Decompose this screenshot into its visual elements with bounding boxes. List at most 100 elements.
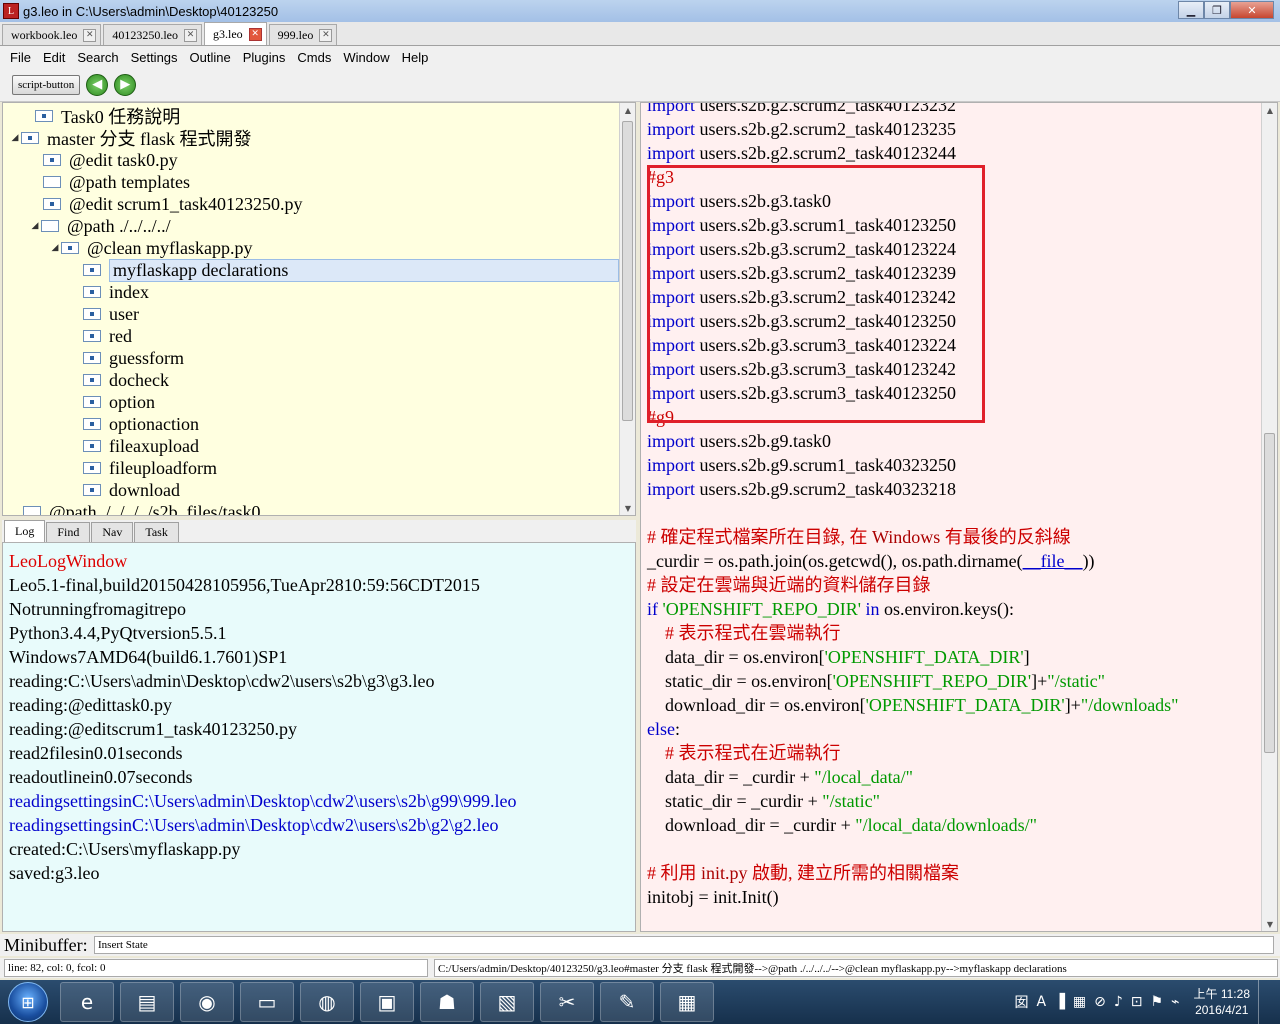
outline-node[interactable]: optionaction xyxy=(83,413,199,435)
minimize-button[interactable]: ▁ xyxy=(1178,1,1204,19)
ime-mode-icon[interactable]: A xyxy=(1037,994,1047,1010)
outline-node[interactable]: ◢ @clean myflaskapp.py xyxy=(49,237,253,259)
tab-999[interactable]: 999.leo ✕ xyxy=(268,24,338,45)
node-icon xyxy=(83,308,101,320)
body-scrollbar[interactable]: ▲ ▼ xyxy=(1261,103,1277,931)
tab-40123250[interactable]: 40123250.leo ✕ xyxy=(103,24,202,45)
close-button[interactable]: ✕ xyxy=(1230,1,1274,19)
leo-taskbar-icon[interactable]: ☗ xyxy=(420,982,474,1022)
outline-node[interactable]: download xyxy=(83,479,180,501)
flag-icon[interactable]: ⚑ xyxy=(1151,994,1164,1010)
cmd-icon[interactable]: ▭ xyxy=(240,982,294,1022)
file-tab-bar: workbook.leo ✕ 40123250.leo ✕ g3.leo ✕ 999.… xyxy=(0,22,1280,46)
menu-settings[interactable]: Settings xyxy=(125,50,184,65)
outline-node[interactable]: @edit scrum1_task40123250.py xyxy=(43,193,303,215)
outline-node[interactable]: @path ./../../../s2b_files/task0 xyxy=(23,501,261,515)
scroll-up-icon[interactable]: ▲ xyxy=(620,103,635,117)
show-desktop-button[interactable] xyxy=(1258,980,1272,1024)
clock[interactable]: 上午 11:28 2016/4/21 xyxy=(1194,986,1250,1018)
expand-arrow-icon[interactable]: ◢ xyxy=(29,221,41,231)
usb-icon[interactable]: ⌁ xyxy=(1171,994,1179,1010)
code-line: download_dir = _curdir + "/local_data/do… xyxy=(647,815,1037,835)
scroll-up-icon[interactable]: ▲ xyxy=(1262,103,1277,117)
log-line: reading:@editscrum1_task40123250.py xyxy=(9,719,298,739)
code-line: # 利用 init.py 啟動, 建立所需的相關檔案 xyxy=(647,863,960,883)
close-icon[interactable]: ✕ xyxy=(248,27,262,41)
code-line: static_dir = os.environ['OPENSHIFT_REPO_… xyxy=(647,671,1105,691)
outline-node[interactable]: @edit task0.py xyxy=(43,149,178,171)
tab-task[interactable]: Task xyxy=(134,522,179,542)
outline-node[interactable]: docheck xyxy=(83,369,169,391)
scroll-thumb[interactable] xyxy=(1264,433,1275,753)
app-icon[interactable]: ◍ xyxy=(300,982,354,1022)
menu-help[interactable]: Help xyxy=(396,50,435,65)
outline-node[interactable]: user xyxy=(83,303,139,325)
back-arrow-icon[interactable]: ◀ xyxy=(86,73,109,96)
ime-punct-icon[interactable]: ▦ xyxy=(1073,994,1086,1010)
chrome-icon[interactable]: ◉ xyxy=(180,982,234,1022)
log-line: Leo5.1-final,build20150428105956,TueApr2… xyxy=(9,575,480,595)
app-icon[interactable]: ▣ xyxy=(360,982,414,1022)
ime-width-icon[interactable]: ▐ xyxy=(1054,994,1065,1010)
outline-node[interactable]: @path templates xyxy=(43,171,190,193)
scroll-down-icon[interactable]: ▼ xyxy=(620,501,635,515)
volume-icon[interactable]: ♪ xyxy=(1114,994,1123,1010)
code-line: # 表示程式在雲端執行 xyxy=(647,623,841,643)
scroll-down-icon[interactable]: ▼ xyxy=(1262,917,1277,931)
ime-icon[interactable]: 囡 xyxy=(1015,992,1029,1012)
tab-nav[interactable]: Nav xyxy=(91,522,134,542)
menu-window[interactable]: Window xyxy=(337,50,395,65)
windows-taskbar: ⊞ e ▤ ◉ ▭ ◍ ▣ ☗ ▧ ✂ ✎ ▦ 囡 A ▐ ▦ ⊘ ♪ ⊡ ⚑ … xyxy=(0,980,1280,1024)
expand-arrow-icon[interactable]: ◢ xyxy=(49,243,61,253)
close-icon[interactable]: ✕ xyxy=(184,28,197,42)
code-line: import users.s2b.g2.scrum2_task40123232 xyxy=(647,102,956,115)
outline-pane[interactable]: Task0 任務說明 ◢ master 分支 flask 程式開發 @edit t… xyxy=(2,102,636,516)
explorer-icon[interactable]: ▤ xyxy=(120,982,174,1022)
expand-arrow-icon[interactable]: ◢ xyxy=(9,133,21,143)
menu-file[interactable]: File xyxy=(4,50,37,65)
app-icon[interactable]: ▧ xyxy=(480,982,534,1022)
minibuffer-input[interactable]: Insert State xyxy=(94,936,1274,954)
log-line: Notrunningfromagitrepo xyxy=(9,599,186,619)
outline-node[interactable]: Task0 任務說明 xyxy=(23,105,180,127)
tab-g3[interactable]: g3.leo ✕ xyxy=(204,22,267,45)
network-icon[interactable]: ⊡ xyxy=(1131,994,1143,1010)
body-editor[interactable]: import users.s2b.g2.scrum2_task40123232 … xyxy=(640,102,1278,932)
log-pane[interactable]: LeoLogWindow Leo5.1-final,build201504281… xyxy=(2,542,636,932)
tab-workbook[interactable]: workbook.leo ✕ xyxy=(2,24,102,45)
menu-cmds[interactable]: Cmds xyxy=(291,50,337,65)
close-icon[interactable]: ✕ xyxy=(319,28,333,42)
menu-edit[interactable]: Edit xyxy=(37,50,71,65)
scroll-thumb[interactable] xyxy=(622,121,633,421)
app-icon[interactable]: ▦ xyxy=(660,982,714,1022)
outline-node[interactable]: fileaxupload xyxy=(83,435,199,457)
leo-app-icon[interactable]: L xyxy=(3,3,19,19)
antivirus-icon[interactable]: ⊘ xyxy=(1094,994,1106,1010)
script-button[interactable]: script-button xyxy=(12,74,81,95)
ie-icon[interactable]: e xyxy=(60,982,114,1022)
menu-search[interactable]: Search xyxy=(71,50,124,65)
outline-node[interactable]: ◢ @path ./../../../ xyxy=(29,215,171,237)
node-icon xyxy=(35,110,53,122)
tab-find[interactable]: Find xyxy=(46,522,91,542)
close-icon[interactable]: ✕ xyxy=(83,28,97,42)
menu-outline[interactable]: Outline xyxy=(184,50,237,65)
outline-node[interactable]: guessform xyxy=(83,347,184,369)
outline-node[interactable]: red xyxy=(83,325,132,347)
forward-arrow-icon[interactable]: ▶ xyxy=(114,73,137,96)
menu-plugins[interactable]: Plugins xyxy=(237,50,292,65)
start-button[interactable]: ⊞ xyxy=(8,982,48,1022)
paint-icon[interactable]: ✎ xyxy=(600,982,654,1022)
maximize-button[interactable]: ❐ xyxy=(1204,1,1230,19)
outline-scrollbar[interactable]: ▲ ▼ xyxy=(619,103,635,515)
outline-node[interactable]: fileuploadform xyxy=(83,457,217,479)
tab-log[interactable]: Log xyxy=(4,520,46,542)
outline-node[interactable]: index xyxy=(83,281,149,303)
node-icon xyxy=(83,484,101,496)
outline-node[interactable]: ◢ master 分支 flask 程式開發 xyxy=(9,127,252,149)
snipping-tool-icon[interactable]: ✂ xyxy=(540,982,594,1022)
toolbar: script-button ◀ ▶ xyxy=(0,68,1280,102)
code-area[interactable]: import users.s2b.g2.scrum2_task40123232 … xyxy=(647,102,1179,909)
outline-node-selected[interactable]: myflaskapp declarations xyxy=(83,258,619,282)
outline-node[interactable]: option xyxy=(83,391,155,413)
